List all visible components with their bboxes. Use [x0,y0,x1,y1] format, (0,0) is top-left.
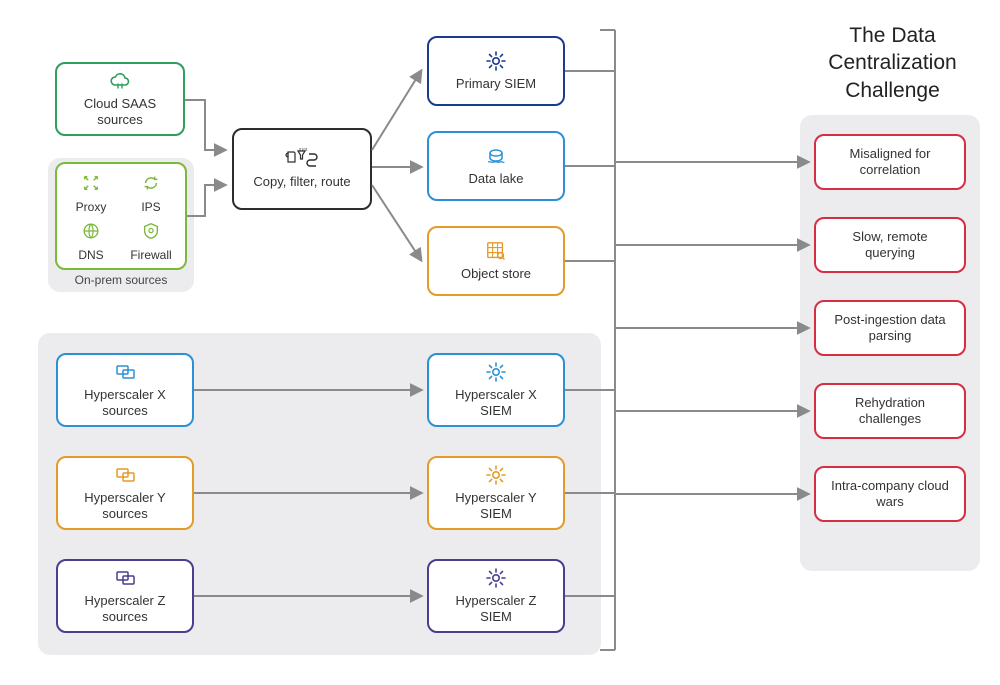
onprem-proxy-label: Proxy [76,200,107,214]
router-label: Copy, filter, route [253,174,350,190]
challenge-cloud-wars: Intra-company cloud wars [814,466,966,522]
challenge-5-label: Intra-company cloud wars [828,478,952,511]
hyperscaler-x-siem-label: Hyperscaler X SIEM [439,387,553,420]
challenge-3-label: Post-ingestion data parsing [828,312,952,345]
hyperscaler-y-siem: Hyperscaler Y SIEM [427,456,565,530]
hyperscaler-z-siem-label: Hyperscaler Z SIEM [439,593,553,626]
cloud-saas-sources-box: Cloud SAAS sources [55,62,185,136]
object-store-box: Object store [427,226,565,296]
onprem-sources-box: Proxy IPS DNS Firewall [55,162,187,270]
lake-icon [485,145,507,167]
onprem-proxy: Proxy [69,172,113,214]
hyperscaler-y-siem-label: Hyperscaler Y SIEM [439,490,553,523]
cloud-icon [109,70,131,92]
challenge-1-label: Misaligned for correlation [828,146,952,179]
gear-icon [485,464,507,486]
gear-icon [485,50,507,72]
monitor-icon [114,361,136,383]
onprem-dns-label: DNS [78,248,103,262]
hyperscaler-z-sources: Hyperscaler Z sources [56,559,194,633]
gear-icon [485,361,507,383]
challenge-2-label: Slow, remote querying [828,229,952,262]
monitor-icon [114,464,136,486]
route-icon [280,148,324,170]
hyperscaler-x-siem: Hyperscaler X SIEM [427,353,565,427]
hyperscaler-y-sources: Hyperscaler Y sources [56,456,194,530]
hyperscaler-x-sources: Hyperscaler X sources [56,353,194,427]
expand-icon [80,172,102,194]
onprem-caption: On-prem sources [55,273,187,287]
challenge-rehydration: Rehydration challenges [814,383,966,439]
data-lake-label: Data lake [469,171,524,187]
onprem-ips: IPS [129,172,173,214]
gear-icon [485,567,507,589]
hyperscaler-z-siem: Hyperscaler Z SIEM [427,559,565,633]
challenge-misaligned: Misaligned for correlation [814,134,966,190]
hyperscaler-y-sources-label: Hyperscaler Y sources [68,490,182,523]
hyperscaler-x-sources-label: Hyperscaler X sources [68,387,182,420]
cloud-saas-label: Cloud SAAS sources [67,96,173,129]
challenges-title: The Data Centralization Challenge [805,22,980,104]
monitor-icon [114,567,136,589]
challenge-slow-query: Slow, remote querying [814,217,966,273]
primary-siem-box: Primary SIEM [427,36,565,106]
onprem-dns: DNS [69,220,113,262]
hyperscaler-z-sources-label: Hyperscaler Z sources [68,593,182,626]
grid-icon [485,240,507,262]
onprem-firewall: Firewall [129,220,173,262]
challenge-4-label: Rehydration challenges [828,395,952,428]
onprem-firewall-label: Firewall [130,248,171,262]
data-lake-box: Data lake [427,131,565,201]
challenge-parsing: Post-ingestion data parsing [814,300,966,356]
globe-icon [80,220,102,242]
shield-icon [140,220,162,242]
router-box: Copy, filter, route [232,128,372,210]
refresh-icon [140,172,162,194]
object-store-label: Object store [461,266,531,282]
primary-siem-label: Primary SIEM [456,76,536,92]
onprem-ips-label: IPS [141,200,160,214]
